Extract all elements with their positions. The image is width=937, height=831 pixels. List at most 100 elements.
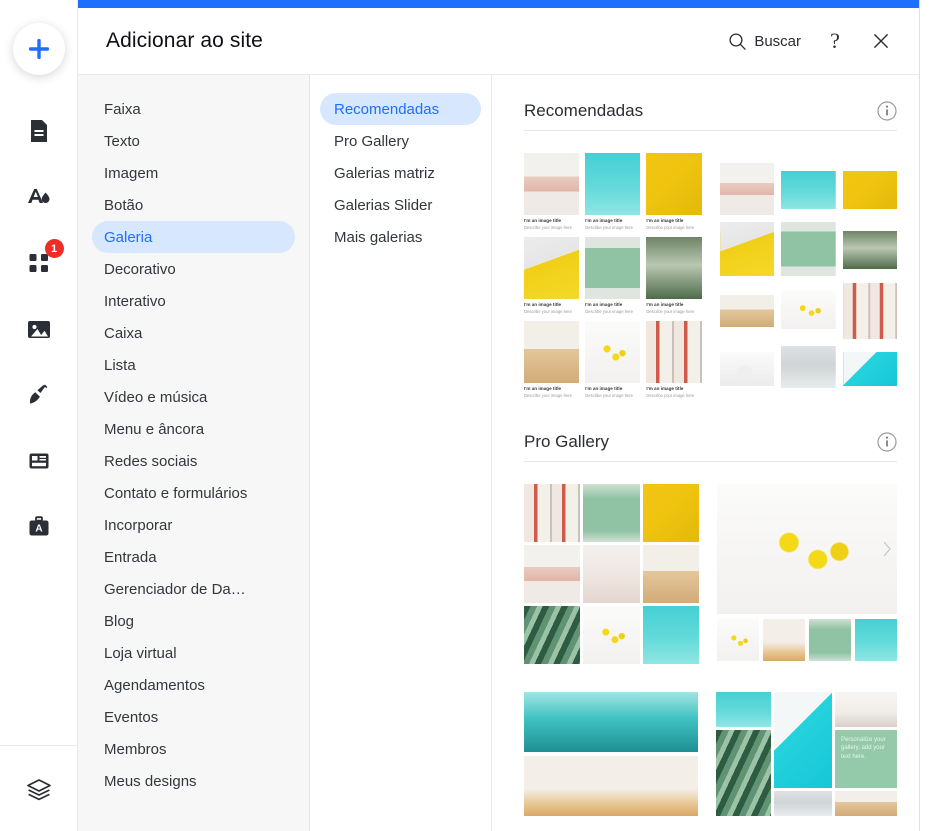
search-label: Buscar — [754, 32, 801, 50]
thumb-grid — [524, 483, 699, 664]
category-item[interactable]: Gerenciador de Da… — [92, 573, 295, 605]
chevron-right-icon[interactable] — [882, 541, 892, 557]
category-item[interactable]: Caixa — [92, 317, 295, 349]
category-item[interactable]: Faixa — [92, 93, 295, 125]
sidebar-item-pages[interactable] — [0, 98, 78, 164]
category-item[interactable]: Texto — [92, 125, 295, 157]
panel-accent-bar — [78, 0, 919, 8]
thumb-cell: I'm an image title Describe your image h… — [585, 237, 641, 315]
subcategory-item-label: Galerias Slider — [334, 196, 433, 214]
category-item[interactable]: Imagem — [92, 157, 295, 189]
category-item-label: Blog — [104, 612, 135, 630]
category-item[interactable]: Loja virtual — [92, 637, 295, 669]
category-item[interactable]: Vídeo e música — [92, 381, 295, 413]
gallery-content: Recomendadas I'm an image title Describe… — [492, 75, 919, 831]
subcategory-item-label: Pro Gallery — [334, 132, 410, 150]
category-item-label: Lista — [104, 356, 136, 374]
thumb-desc: Describe your image here — [646, 309, 695, 315]
category-item[interactable]: Membros — [92, 733, 295, 765]
site-design-icon — [27, 189, 49, 203]
category-item[interactable]: Blog — [92, 605, 295, 637]
category-item[interactable]: Interativo — [92, 285, 295, 317]
thumb-grid: I'm an image title Describe your image h… — [524, 153, 702, 400]
category-item[interactable]: Eventos — [92, 701, 295, 733]
sidebar-item-business-tools[interactable]: A — [0, 494, 78, 560]
notification-badge: 1 — [44, 239, 64, 258]
slider-main-image — [717, 483, 897, 614]
sidebar-item-blog[interactable] — [0, 362, 78, 428]
subcategory-item[interactable]: Pro Gallery — [320, 125, 481, 157]
sidebar-item-apps[interactable] — [0, 428, 78, 494]
category-item-label: Interativo — [104, 292, 166, 310]
category-item[interactable]: Lista — [92, 349, 295, 381]
media-icon — [27, 321, 50, 338]
subcategory-item-label: Galerias matriz — [334, 164, 435, 182]
category-item-label: Faixa — [104, 100, 141, 118]
subcategory-item-label: Recomendadas — [334, 100, 440, 118]
search-button[interactable]: Buscar — [728, 32, 801, 51]
category-item-label: Redes sociais — [104, 452, 198, 470]
category-item[interactable]: Agendamentos — [92, 669, 295, 701]
header-actions: Buscar ? — [728, 29, 893, 53]
subcategory-list: Recomendadas Pro Gallery Galerias matriz Ga… — [310, 75, 492, 831]
category-item-label: Eventos — [104, 708, 159, 726]
category-item-label: Contato e formulários — [104, 484, 248, 502]
info-icon[interactable] — [877, 101, 897, 121]
svg-text:A: A — [35, 524, 42, 535]
sidebar-item-layers[interactable] — [0, 745, 78, 831]
gallery-card-grid-tight[interactable] — [524, 483, 699, 664]
thumb-desc: Describe your image here — [524, 224, 572, 230]
gallery-card-stacked-wide[interactable] — [524, 691, 698, 816]
thumb-title: I'm an image title — [585, 386, 623, 392]
help-button[interactable]: ? — [823, 29, 847, 53]
category-item[interactable]: Botão — [92, 189, 295, 221]
question-mark-icon: ? — [830, 28, 840, 53]
category-item[interactable]: Galeria — [92, 221, 295, 253]
category-item[interactable]: Entrada — [92, 541, 295, 573]
thumb-desc: Describe your image here — [646, 224, 695, 230]
sidebar-item-add-elements[interactable]: 1 — [0, 230, 78, 296]
thumb-title: I'm an image title — [646, 218, 684, 223]
category-item[interactable]: Menu e âncora — [92, 413, 295, 445]
thumb-title: I'm an image title — [646, 302, 684, 308]
collage-text-tile: Personalize your gallery, add your text … — [835, 729, 897, 788]
gallery-card-slider[interactable] — [717, 483, 897, 664]
thumb-cell: I'm an image title Describe your image h… — [524, 237, 580, 315]
thumb-desc: Describe your image here — [524, 309, 572, 315]
thumb-desc: Describe your image here — [585, 309, 634, 315]
category-item[interactable]: Redes sociais — [92, 445, 295, 477]
panel-body: Faixa Texto Imagem Botão Galeria Decorativo In… — [78, 75, 919, 831]
add-button-wrapper — [0, 0, 77, 98]
info-icon[interactable] — [877, 431, 897, 452]
category-item-label: Decorativo — [104, 260, 176, 278]
pro-gallery-cards-row-2: Personalize your gallery, add your text … — [524, 664, 897, 816]
thumb-desc: Describe your image here — [585, 224, 634, 230]
sidebar-item-media[interactable] — [0, 296, 78, 362]
category-list: Faixa Texto Imagem Botão Galeria Decorativo In… — [78, 75, 310, 831]
close-button[interactable] — [869, 29, 893, 53]
blog-icon — [29, 384, 47, 404]
category-item[interactable]: Incorporar — [92, 509, 295, 541]
add-button[interactable] — [12, 23, 65, 75]
category-item[interactable]: Contato e formulários — [92, 477, 295, 509]
category-item[interactable]: Meus designs — [92, 765, 295, 797]
subcategory-item[interactable]: Galerias Slider — [320, 189, 481, 221]
plus-icon — [28, 39, 49, 59]
gallery-card-grid-captioned[interactable]: I'm an image title Describe your image h… — [524, 153, 702, 400]
category-item-label: Incorporar — [104, 516, 173, 534]
subcategory-item[interactable]: Mais galerias — [320, 221, 481, 253]
thumb-cell: I'm an image title Describe your image h… — [646, 237, 702, 315]
thumb-title: I'm an image title — [646, 386, 684, 392]
category-item-label: Texto — [104, 132, 140, 150]
gallery-card-masonry[interactable] — [719, 153, 897, 400]
layers-icon — [26, 778, 51, 800]
category-item-label: Menu e âncora — [104, 420, 205, 438]
gallery-card-collage[interactable]: Personalize your gallery, add your text … — [716, 691, 897, 816]
page-title: Adicionar ao site — [106, 29, 263, 52]
category-item[interactable]: Decorativo — [92, 253, 295, 285]
thumb-cell: I'm an image title Describe your image h… — [646, 153, 702, 231]
sidebar-item-site-design[interactable] — [0, 164, 78, 230]
subcategory-item[interactable]: Recomendadas — [320, 93, 481, 125]
thumb-title: I'm an image title — [524, 386, 562, 392]
subcategory-item[interactable]: Galerias matriz — [320, 157, 481, 189]
